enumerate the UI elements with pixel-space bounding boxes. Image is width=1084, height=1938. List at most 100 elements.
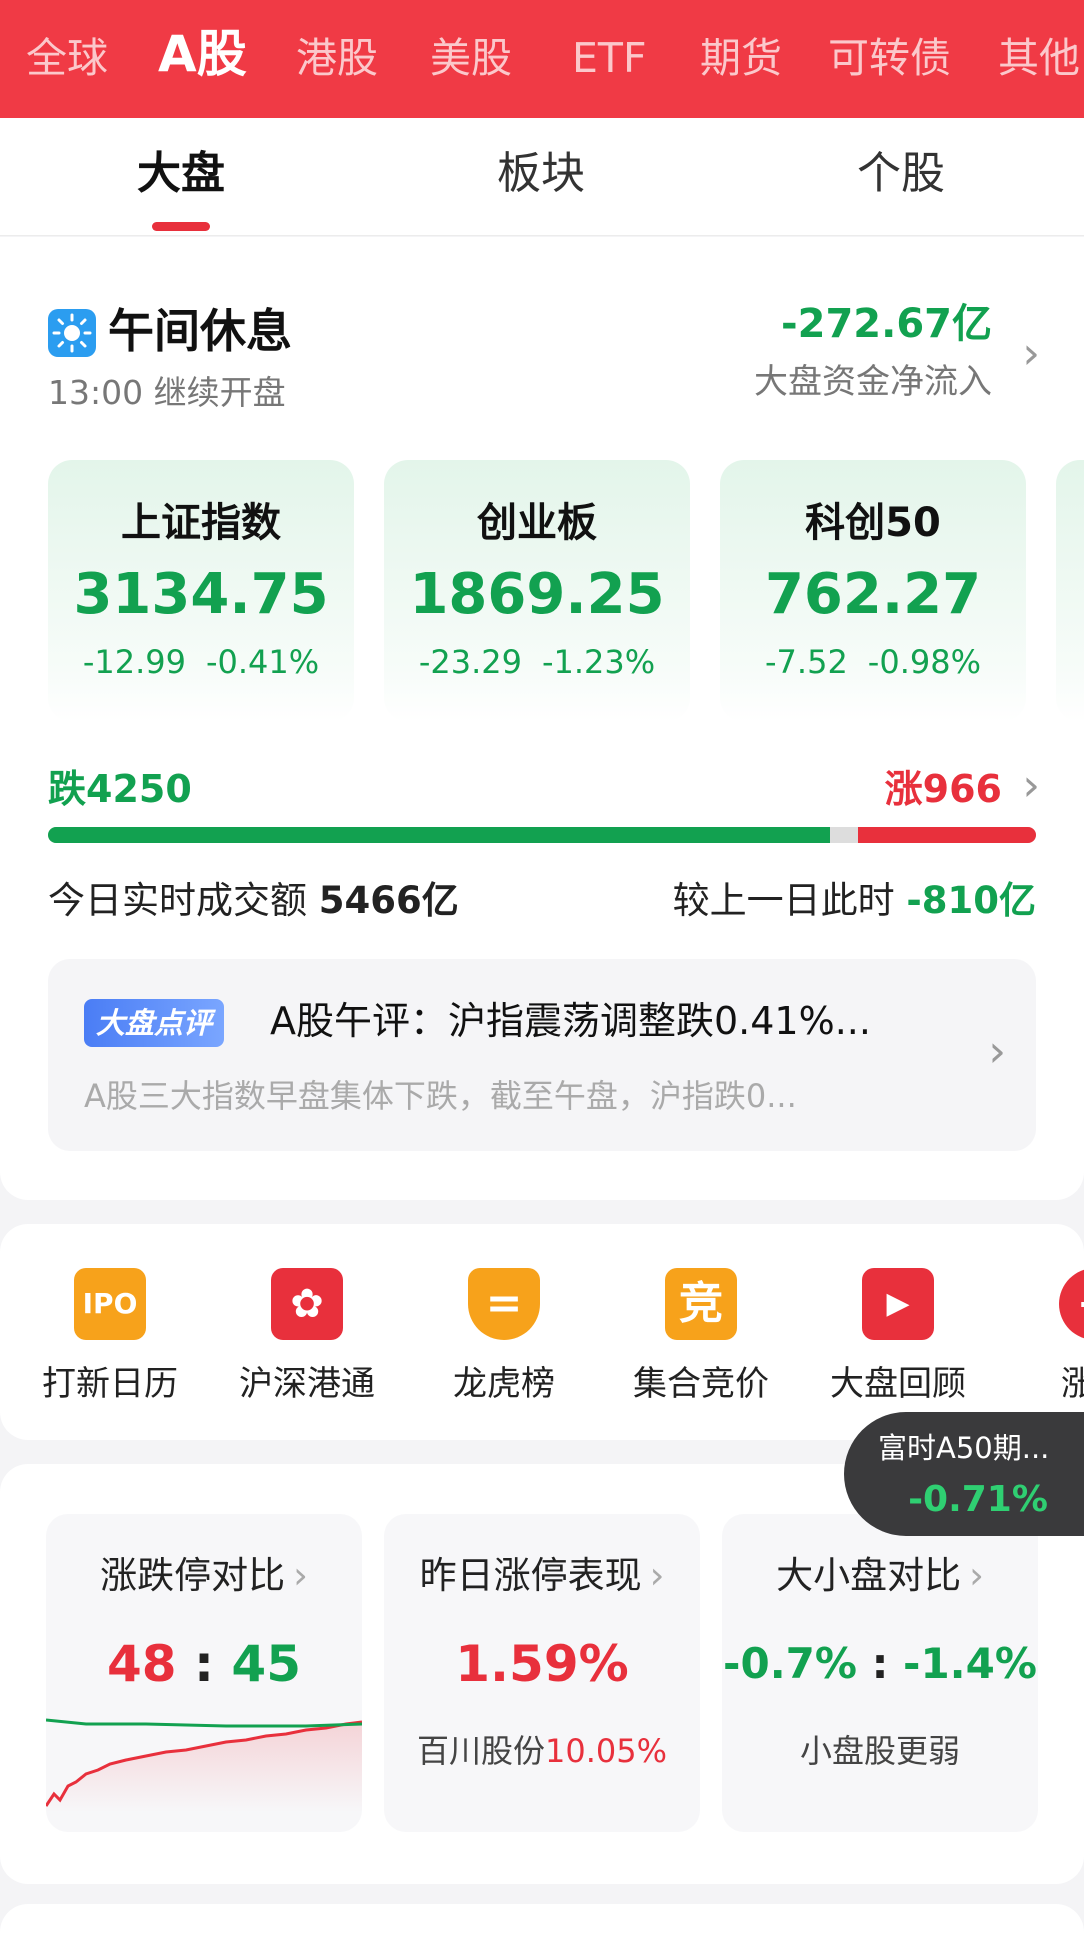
chevron-right-icon: › — [969, 1554, 984, 1597]
tab-sectors[interactable]: 板块 — [441, 144, 641, 204]
limit-trend-sparkline — [46, 1718, 362, 1812]
futures-change: -0.71% — [908, 1479, 1048, 1520]
large-cap-change: -0.7% — [723, 1639, 857, 1688]
tab-a-shares[interactable]: A股 — [158, 26, 247, 82]
stat-value: 48 : 45 — [46, 1630, 362, 1698]
tab-etf[interactable]: ETF — [572, 30, 647, 86]
commentary-summary: A股三大指数早盘集体下跌，截至午盘，沪指跌0... — [84, 1077, 797, 1115]
tool-ipo-calendar[interactable]: IPO 打新日历 — [20, 1268, 200, 1408]
index-value: 1869.25 — [409, 562, 665, 627]
chevron-right-icon: › — [293, 1554, 308, 1597]
tab-us-stocks[interactable]: 美股 — [430, 30, 512, 86]
index-card-chinext[interactable]: 创业板 1869.25 -23.29 -1.23% — [384, 460, 690, 722]
chevron-right-icon[interactable]: › — [1022, 329, 1040, 379]
top-stock-change: 10.05% — [545, 1732, 668, 1770]
tool-market-review[interactable]: ▶ 大盘回顾 — [808, 1268, 988, 1408]
tool-label: 龙虎榜 — [453, 1364, 555, 1404]
tab-others[interactable]: 其他 — [998, 30, 1080, 86]
small-cap-change: -1.4% — [903, 1639, 1037, 1688]
auction-icon: 竞 — [665, 1268, 737, 1340]
index-name: 上证指数 — [121, 500, 281, 546]
tool-call-auction[interactable]: 竞 集合竞价 — [611, 1268, 791, 1408]
chevron-right-icon: › — [649, 1554, 665, 1597]
stat-footnote: 百川股份10.05% — [384, 1728, 700, 1774]
stat-large-small-cap[interactable]: 大小盘对比 › -0.7% : -1.4% 小盘股更弱 — [722, 1514, 1038, 1832]
advance-decline-bar — [48, 827, 1036, 843]
chevron-right-icon[interactable]: › — [1022, 761, 1040, 811]
turnover-value: 5466亿 — [318, 879, 459, 922]
index-change: -23.29 -1.23% — [384, 640, 690, 684]
commentary-badge: 大盘点评 — [84, 999, 225, 1047]
tab-futures[interactable]: 期货 — [700, 30, 782, 86]
tool-hk-connect[interactable]: ✿ 沪深港通 — [217, 1268, 397, 1408]
tab-convertible-bonds[interactable]: 可转债 — [828, 30, 951, 86]
tool-label: 集合竞价 — [633, 1364, 769, 1404]
advance-segment — [858, 827, 1036, 843]
commentary-title: A股午评：沪指震荡调整跌0.41%... — [270, 999, 871, 1043]
dragon-tiger-icon: = — [468, 1268, 540, 1340]
tab-market-overview[interactable]: 大盘 — [81, 144, 281, 204]
stat-title-text: 涨跌停对比 — [100, 1554, 286, 1597]
turnover-compare-value: -810亿 — [906, 879, 1036, 922]
top-stock-name: 百川股份 — [416, 1732, 545, 1770]
quick-tools: IPO 打新日历 ✿ 沪深港通 = 龙虎榜 竞 集合竞价 ▶ 大盘回顾 + 涨停 — [0, 1224, 1084, 1440]
tool-limit-up[interactable]: + 涨停 — [1005, 1268, 1084, 1408]
next-section-card — [0, 1904, 1084, 1938]
stat-footnote: 小盘股更弱 — [799, 1732, 960, 1770]
market-overview-card: 午间休息 13:00 继续开盘 -272.67亿 大盘资金净流入 › 上证指数 … — [0, 237, 1084, 1200]
index-change-percent: -0.98% — [867, 643, 981, 681]
sun-icon — [48, 309, 96, 357]
decline-segment — [48, 827, 830, 843]
turnover-compare: 较上一日此时 -810亿 — [673, 875, 1036, 927]
active-tab-indicator — [152, 222, 210, 231]
a50-futures-floating[interactable]: 富时A50期... -0.71% — [844, 1412, 1084, 1536]
index-change: -12.99 -0.41% — [48, 640, 354, 684]
tab-individual-stocks[interactable]: 个股 — [801, 144, 1001, 204]
stat-value: 1.59% — [455, 1635, 629, 1693]
declining-count[interactable]: 跌4250 — [48, 763, 192, 815]
tab-hk-stocks[interactable]: 港股 — [296, 30, 378, 86]
limit-up-icon: + — [1059, 1268, 1084, 1340]
index-name: 创业板 — [477, 500, 597, 546]
sub-tab-bar: 大盘 板块 个股 — [0, 118, 1084, 236]
index-card-next[interactable] — [1056, 460, 1084, 722]
stat-limit-up-down[interactable]: 涨跌停对比 › 48 : 45 — [46, 1514, 362, 1832]
hk-connect-icon: ✿ — [271, 1268, 343, 1340]
stat-yesterday-limit-up[interactable]: 昨日涨停表现 › 1.59% 百川股份10.05% — [384, 1514, 700, 1832]
tool-label: 大盘回顾 — [830, 1364, 966, 1404]
futures-name: 富时A50期... — [878, 1431, 1050, 1465]
ratio-separator: : — [194, 1635, 214, 1693]
index-card-shanghai[interactable]: 上证指数 3134.75 -12.99 -0.41% — [48, 460, 354, 722]
limit-up-count: 48 — [106, 1635, 177, 1693]
index-name: 科创50 — [805, 500, 941, 546]
advancing-count[interactable]: 涨966 — [885, 763, 1002, 815]
turnover: 今日实时成交额 5466亿 — [48, 875, 459, 927]
index-value: 762.27 — [764, 562, 982, 627]
net-fund-flow-label[interactable]: 大盘资金净流入 — [754, 359, 992, 405]
limit-down-count: 45 — [231, 1635, 302, 1693]
turnover-label: 今日实时成交额 — [48, 879, 307, 922]
turnover-compare-label: 较上一日此时 — [672, 879, 895, 922]
index-change-points: -12.99 — [82, 643, 186, 681]
stat-title: 涨跌停对比 › — [46, 1550, 362, 1602]
index-card-star50[interactable]: 科创50 762.27 -7.52 -0.98% — [720, 460, 1026, 722]
stat-value: -0.7% : -1.4% — [722, 1630, 1038, 1698]
market-tab-bar: 全球 A股 港股 美股 ETF 期货 可转债 其他 — [0, 0, 1084, 118]
ipo-calendar-icon: IPO — [74, 1268, 146, 1340]
index-change: -7.52 -0.98% — [720, 640, 1026, 684]
index-change-percent: -1.23% — [541, 643, 656, 681]
net-fund-flow-value[interactable]: -272.67亿 — [781, 297, 992, 351]
index-change-points: -7.52 — [765, 643, 848, 681]
tool-label: 打新日历 — [42, 1364, 178, 1404]
stat-title-text: 大小盘对比 — [776, 1554, 962, 1597]
ratio-separator: : — [871, 1639, 889, 1688]
market-review-icon: ▶ — [862, 1268, 934, 1340]
tool-dragon-tiger[interactable]: = 龙虎榜 — [414, 1268, 594, 1408]
index-value: 3134.75 — [73, 562, 329, 627]
stat-title: 大小盘对比 › — [722, 1550, 1038, 1602]
stat-title-text: 昨日涨停表现 — [419, 1554, 642, 1597]
stat-title: 昨日涨停表现 › — [384, 1550, 700, 1602]
market-commentary[interactable]: 大盘点评 A股午评：沪指震荡调整跌0.41%... A股三大指数早盘集体下跌，截… — [48, 959, 1036, 1151]
chevron-right-icon: › — [988, 1026, 1006, 1077]
tab-global[interactable]: 全球 — [26, 30, 108, 86]
